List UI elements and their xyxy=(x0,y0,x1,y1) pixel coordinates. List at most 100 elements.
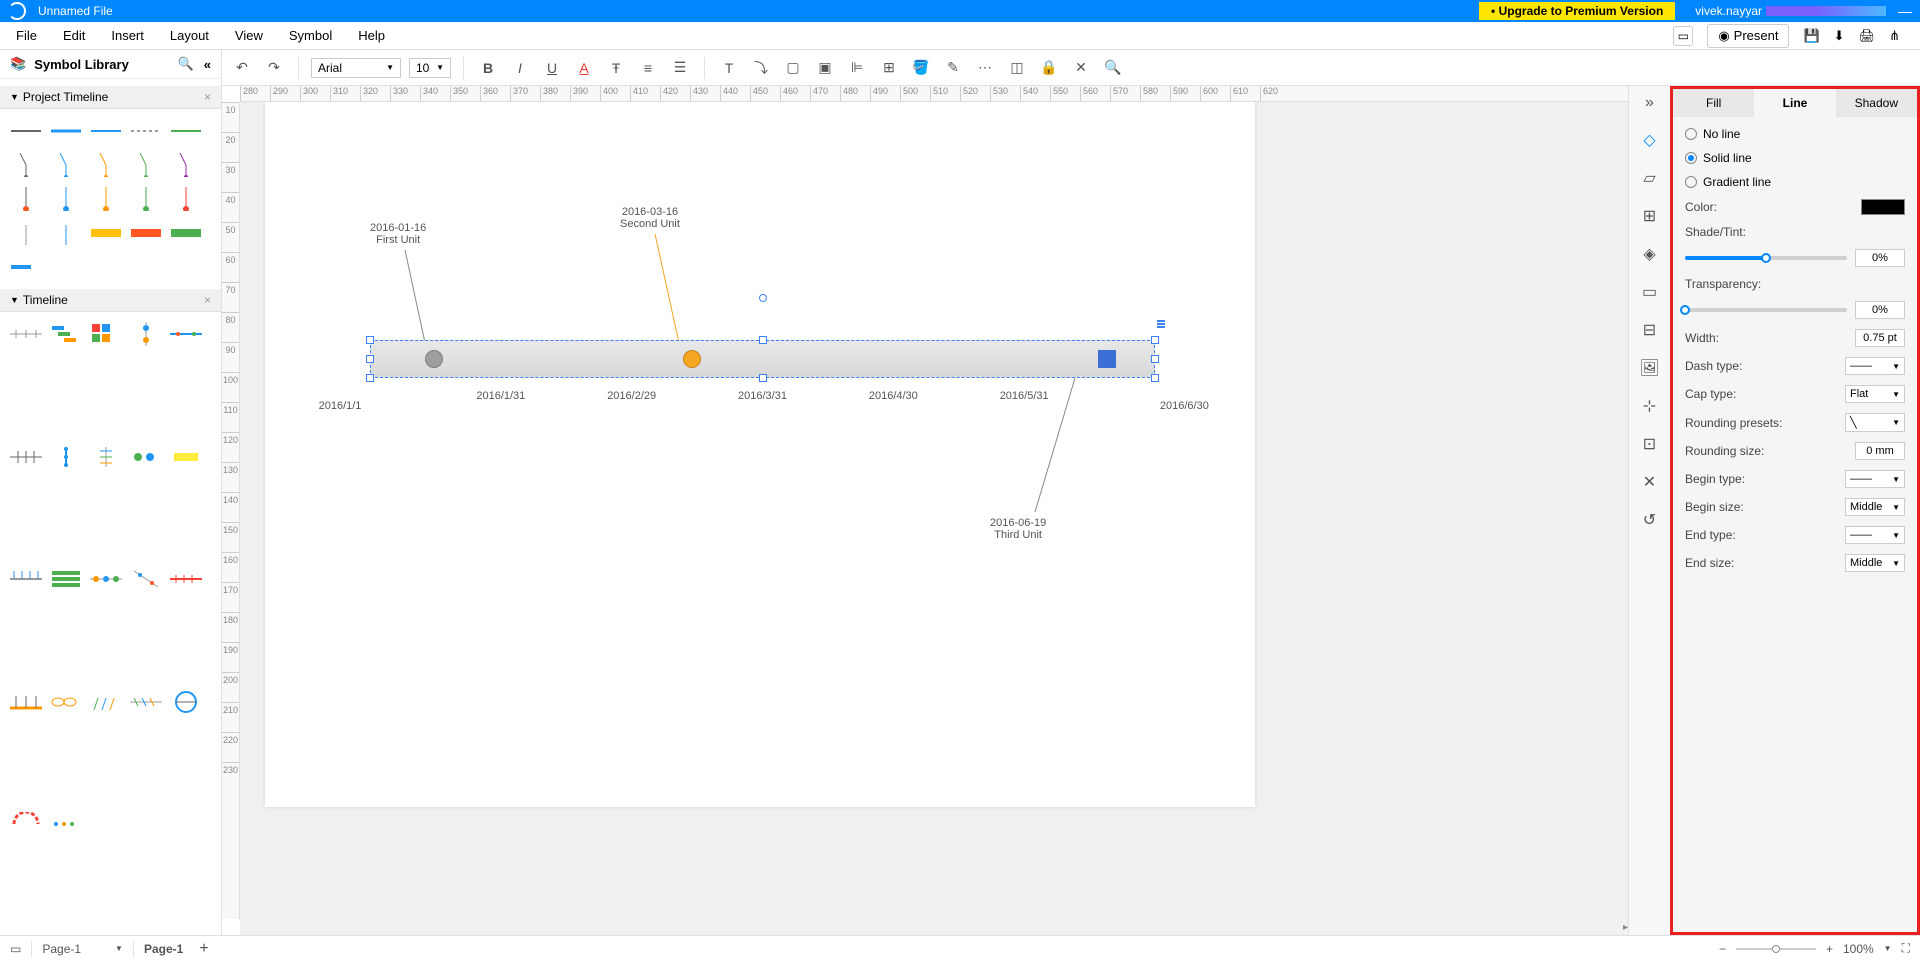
shape-item[interactable] xyxy=(88,688,124,716)
menu-layout[interactable]: Layout xyxy=(170,28,209,43)
shape-item[interactable] xyxy=(168,565,204,593)
shape-item[interactable] xyxy=(168,151,204,179)
page-tab[interactable]: Page-1 xyxy=(144,942,183,956)
shape-item[interactable] xyxy=(168,219,204,247)
resize-handle[interactable] xyxy=(1151,374,1159,382)
scrollbar-horizontal[interactable]: ▸ xyxy=(240,919,1628,935)
line-spacing-icon[interactable]: ☰ xyxy=(668,56,692,80)
shape-item[interactable] xyxy=(48,151,84,179)
lock-icon[interactable]: 🔒 xyxy=(1037,56,1061,80)
font-color-icon[interactable]: A xyxy=(572,56,596,80)
shape-item[interactable] xyxy=(168,443,204,471)
resize-handle[interactable] xyxy=(366,374,374,382)
arrange-tool-icon[interactable]: ✕ xyxy=(1643,472,1656,492)
shape-item[interactable] xyxy=(48,443,84,471)
redo-icon[interactable]: ↷ xyxy=(262,56,286,80)
dimension-tool-icon[interactable]: ⊡ xyxy=(1643,434,1656,454)
width-value[interactable]: 0.75 pt xyxy=(1855,329,1905,347)
shape-item[interactable] xyxy=(8,565,44,593)
slides-icon[interactable]: ▭ xyxy=(1673,26,1693,46)
export-icon[interactable]: ⬇ xyxy=(1834,28,1845,44)
canvas[interactable]: 2016-01-16 First Unit 2016-03-16 Second … xyxy=(240,102,1628,919)
shape-item[interactable] xyxy=(48,219,84,247)
shape-item[interactable] xyxy=(48,810,84,838)
shape-item[interactable] xyxy=(8,443,44,471)
canvas-page[interactable]: 2016-01-16 First Unit 2016-03-16 Second … xyxy=(265,102,1255,807)
shade-value[interactable]: 0% xyxy=(1855,249,1905,267)
event-marker[interactable] xyxy=(683,350,701,368)
fullscreen-icon[interactable]: ⛶ xyxy=(1902,941,1910,956)
shape-item[interactable] xyxy=(88,185,124,213)
event-marker[interactable] xyxy=(425,350,443,368)
add-page-icon[interactable]: + xyxy=(199,940,208,958)
shape-item[interactable] xyxy=(168,185,204,213)
begin-size-select[interactable]: Middle▼ xyxy=(1845,498,1905,516)
zoom-slider[interactable] xyxy=(1736,948,1816,950)
shape-item[interactable] xyxy=(48,688,84,716)
event-marker[interactable] xyxy=(1098,350,1116,368)
fill-tool-icon[interactable]: ◇ xyxy=(1643,130,1655,150)
shape-item[interactable] xyxy=(128,565,164,593)
radio-no-line[interactable]: No line xyxy=(1685,127,1905,141)
present-button[interactable]: ◉ Present xyxy=(1707,24,1789,48)
tree-tool-icon[interactable]: ⊹ xyxy=(1643,396,1656,416)
zoom-out-icon[interactable]: − xyxy=(1719,942,1726,956)
fill-bucket-icon[interactable]: 🪣 xyxy=(909,56,933,80)
slide-tool-icon[interactable]: ▭ xyxy=(1642,282,1657,302)
undo-icon[interactable]: ↶ xyxy=(230,56,254,80)
bold-icon[interactable]: B xyxy=(476,56,500,80)
menu-insert[interactable]: Insert xyxy=(111,28,144,43)
shape-item[interactable] xyxy=(8,117,44,145)
resize-handle[interactable] xyxy=(1151,336,1159,344)
resize-handle[interactable] xyxy=(759,374,767,382)
timeline-shape[interactable]: 2016/1/12016/1/312016/2/292016/3/312016/… xyxy=(370,340,1155,378)
line-color-icon[interactable]: ✎ xyxy=(941,56,965,80)
end-type-select[interactable]: ——▼ xyxy=(1845,526,1905,544)
shape-item[interactable] xyxy=(88,219,124,247)
menu-view[interactable]: View xyxy=(235,28,263,43)
container-icon[interactable]: ▣ xyxy=(813,56,837,80)
shade-slider[interactable] xyxy=(1685,256,1847,260)
tab-line[interactable]: Line xyxy=(1754,89,1835,117)
pages-icon[interactable]: ▭ xyxy=(10,942,21,956)
shape-item[interactable] xyxy=(8,185,44,213)
line-style-icon[interactable]: ⋯ xyxy=(973,56,997,80)
page-tool-icon[interactable]: ▱ xyxy=(1643,168,1655,188)
shape-item[interactable] xyxy=(8,688,44,716)
layers-tool-icon[interactable]: ◈ xyxy=(1643,244,1655,264)
shape-item[interactable] xyxy=(48,117,84,145)
align-icon[interactable]: ≡ xyxy=(636,56,660,80)
shape-item[interactable] xyxy=(8,253,44,281)
shape-icon[interactable]: ▢ xyxy=(781,56,805,80)
resize-handle[interactable] xyxy=(366,336,374,344)
shape-item[interactable] xyxy=(88,117,124,145)
underline-icon[interactable]: U xyxy=(540,56,564,80)
shape-item[interactable] xyxy=(48,320,84,348)
shape-item[interactable] xyxy=(168,688,204,716)
section-project-timeline[interactable]: ▼ Project Timeline × xyxy=(0,86,221,109)
color-swatch[interactable] xyxy=(1861,199,1905,215)
print-icon[interactable]: 🖨 xyxy=(1859,28,1876,44)
search-icon[interactable]: 🔍 xyxy=(178,56,194,72)
tab-fill[interactable]: Fill xyxy=(1673,89,1754,117)
shadow-icon[interactable]: ◫ xyxy=(1005,56,1029,80)
history-tool-icon[interactable]: ↺ xyxy=(1643,510,1656,530)
shape-item[interactable] xyxy=(168,320,204,348)
round-size-value[interactable]: 0 mm xyxy=(1855,442,1905,460)
font-select[interactable]: Arial▼ xyxy=(311,58,401,78)
save-icon[interactable]: 💾 xyxy=(1803,28,1819,44)
transparency-slider[interactable] xyxy=(1685,308,1847,312)
radio-gradient-line[interactable]: Gradient line xyxy=(1685,175,1905,189)
image-tool-icon[interactable]: 🖼 xyxy=(1639,358,1659,378)
menu-symbol[interactable]: Symbol xyxy=(289,28,332,43)
minimize-icon[interactable]: — xyxy=(1898,3,1912,19)
shape-item[interactable] xyxy=(48,185,84,213)
cap-select[interactable]: Flat▼ xyxy=(1845,385,1905,403)
shape-item[interactable] xyxy=(8,151,44,179)
text-tool-icon[interactable]: T xyxy=(717,56,741,80)
end-size-select[interactable]: Middle▼ xyxy=(1845,554,1905,572)
shape-item[interactable] xyxy=(8,320,44,348)
timeline-bar[interactable] xyxy=(370,340,1155,378)
close-section-icon[interactable]: × xyxy=(204,90,211,104)
shape-item[interactable] xyxy=(168,117,204,145)
